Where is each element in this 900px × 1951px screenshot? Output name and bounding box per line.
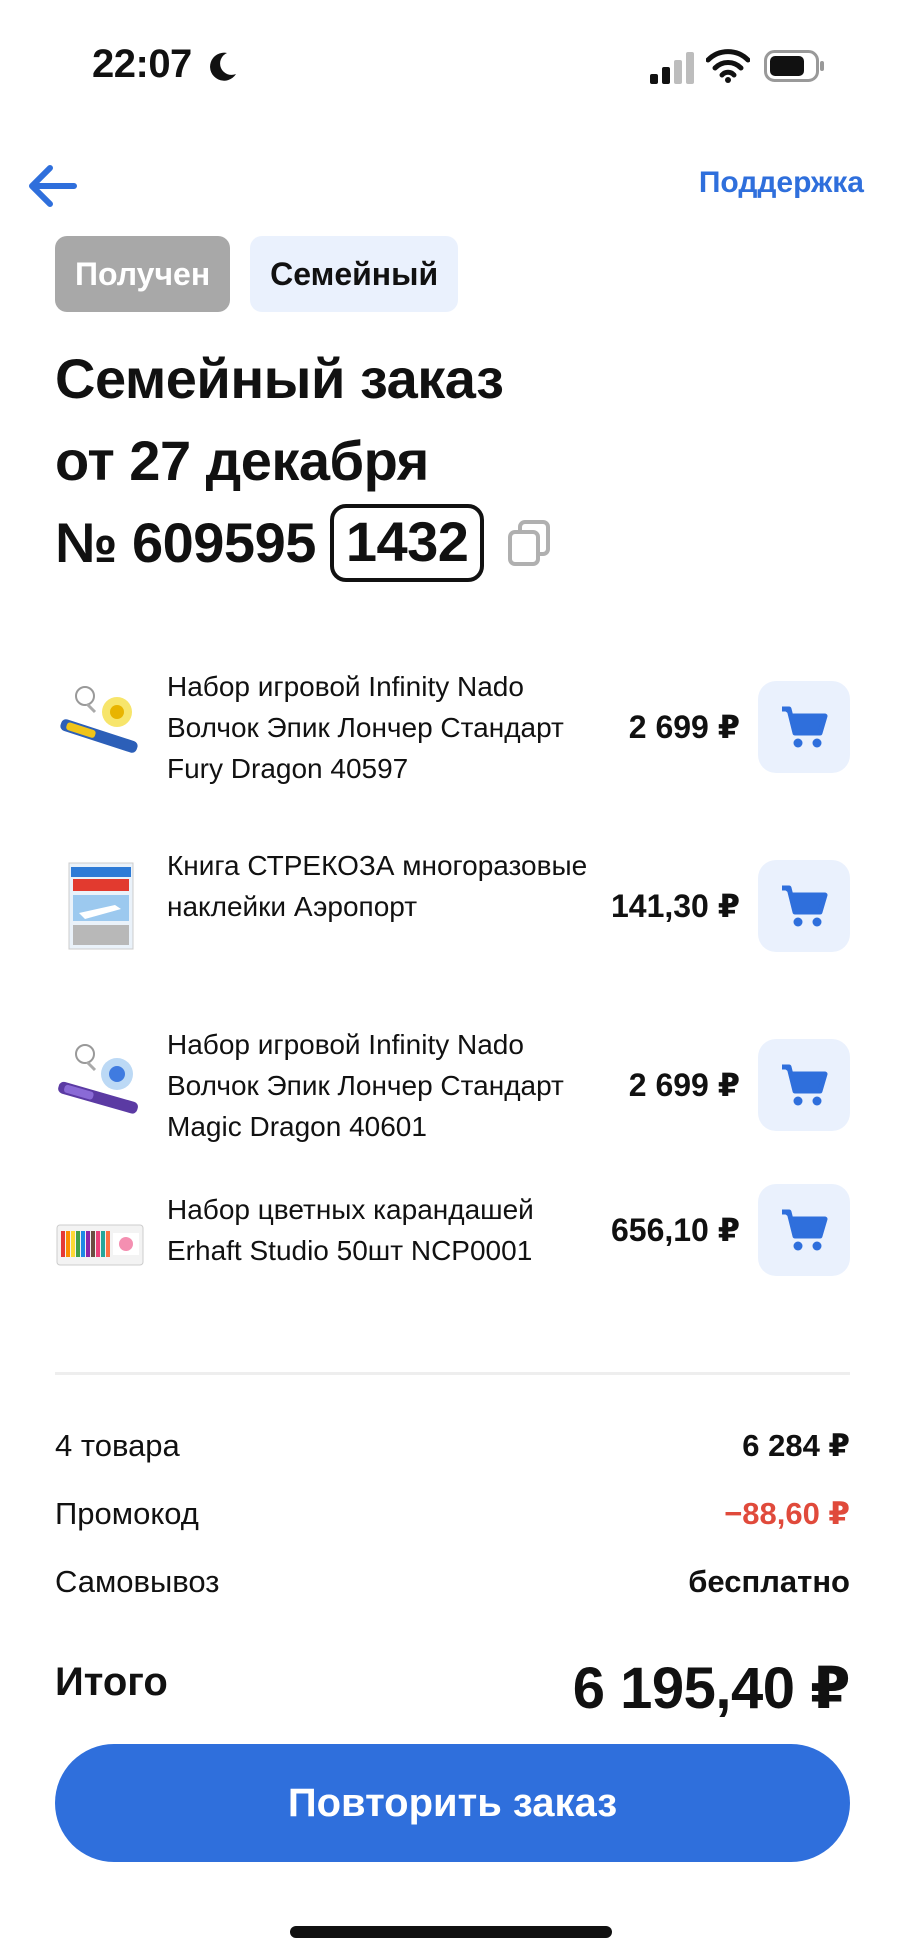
home-indicator [290, 1926, 612, 1938]
order-badges: Получен Семейный [55, 236, 459, 312]
order-items-list: Набор игровой Infinity Nado Волчок Эпик … [55, 652, 850, 1368]
add-to-cart-button[interactable] [758, 681, 850, 773]
items-subtotal: 6 284 ₽ [742, 1428, 850, 1463]
promo-label: Промокод [55, 1496, 199, 1531]
moon-icon [210, 52, 236, 81]
product-price: 2 699 ₽ [628, 1067, 740, 1103]
product-name[interactable]: Набор игровой Infinity Nado Волчок Эпик … [167, 666, 607, 789]
wifi-icon [706, 49, 750, 83]
signal-icon [650, 52, 694, 84]
order-number: № 609595 [55, 511, 316, 574]
promo-discount: −88,60 ₽ [724, 1496, 850, 1531]
copy-icon[interactable] [506, 519, 552, 567]
product-name[interactable]: Набор цветных карандашей Erhaft Studio 5… [167, 1189, 607, 1271]
order-number-line: № 609595 1432 [55, 502, 815, 584]
product-thumbnail[interactable] [55, 1040, 145, 1130]
summary-row-items: 4 товара 6 284 ₽ [55, 1428, 850, 1496]
order-type-badge: Семейный [250, 236, 459, 312]
summary-row-promo: Промокод −88,60 ₽ [55, 1496, 850, 1564]
product-price: 141,30 ₽ [610, 888, 740, 924]
repeat-order-button[interactable]: Повторить заказ [55, 1744, 850, 1862]
product-price: 656,10 ₽ [610, 1212, 740, 1248]
page-title: Семейный заказ от 27 декабря № 609595 14… [55, 338, 815, 584]
cart-icon [782, 1064, 828, 1106]
order-item: Набор игровой Infinity Nado Волчок Эпик … [55, 1010, 850, 1189]
order-code: 1432 [329, 504, 485, 582]
product-name[interactable]: Набор игровой Infinity Nado Волчок Эпик … [167, 1024, 607, 1147]
add-to-cart-button[interactable] [758, 1039, 850, 1131]
total-amount: 6 195,40 ₽ [572, 1656, 851, 1721]
total-label: Итого [55, 1660, 168, 1704]
pickup-label: Самовывоз [55, 1564, 220, 1599]
product-thumbnail[interactable] [55, 1199, 145, 1289]
add-to-cart-button[interactable] [758, 1184, 850, 1276]
items-count-label: 4 товара [55, 1428, 180, 1463]
divider [55, 1372, 850, 1375]
product-thumbnail[interactable] [55, 861, 145, 951]
cart-icon [782, 1209, 828, 1251]
order-item: Набор цветных карандашей Erhaft Studio 5… [55, 1184, 850, 1368]
summary-row-pickup: Самовывоз бесплатно [55, 1564, 850, 1632]
product-price: 2 699 ₽ [628, 709, 740, 745]
product-thumbnail[interactable] [55, 682, 145, 772]
order-details-screen: 22:07 Поддержка Получен Семейный Семейны… [0, 0, 900, 1951]
cart-icon [782, 706, 828, 748]
title-line-1: Семейный заказ [55, 347, 504, 410]
status-badge: Получен [55, 236, 231, 312]
product-name[interactable]: Книга СТРЕКОЗА многоразовые наклейки Аэр… [167, 845, 607, 927]
back-arrow-icon[interactable] [24, 160, 80, 212]
add-to-cart-button[interactable] [758, 860, 850, 952]
order-item: Набор игровой Infinity Nado Волчок Эпик … [55, 652, 850, 831]
order-item: Книга СТРЕКОЗА многоразовые наклейки Аэр… [55, 831, 850, 1010]
battery-icon [764, 50, 824, 82]
status-time: 22:07 [92, 42, 192, 86]
pickup-cost: бесплатно [688, 1564, 850, 1599]
title-line-2: от 27 декабря [55, 429, 429, 492]
status-bar: 22:07 [0, 0, 900, 130]
order-summary: 4 товара 6 284 ₽ Промокод −88,60 ₽ Самов… [55, 1428, 850, 1632]
support-link[interactable]: Поддержка [699, 166, 864, 200]
cart-icon [782, 885, 828, 927]
